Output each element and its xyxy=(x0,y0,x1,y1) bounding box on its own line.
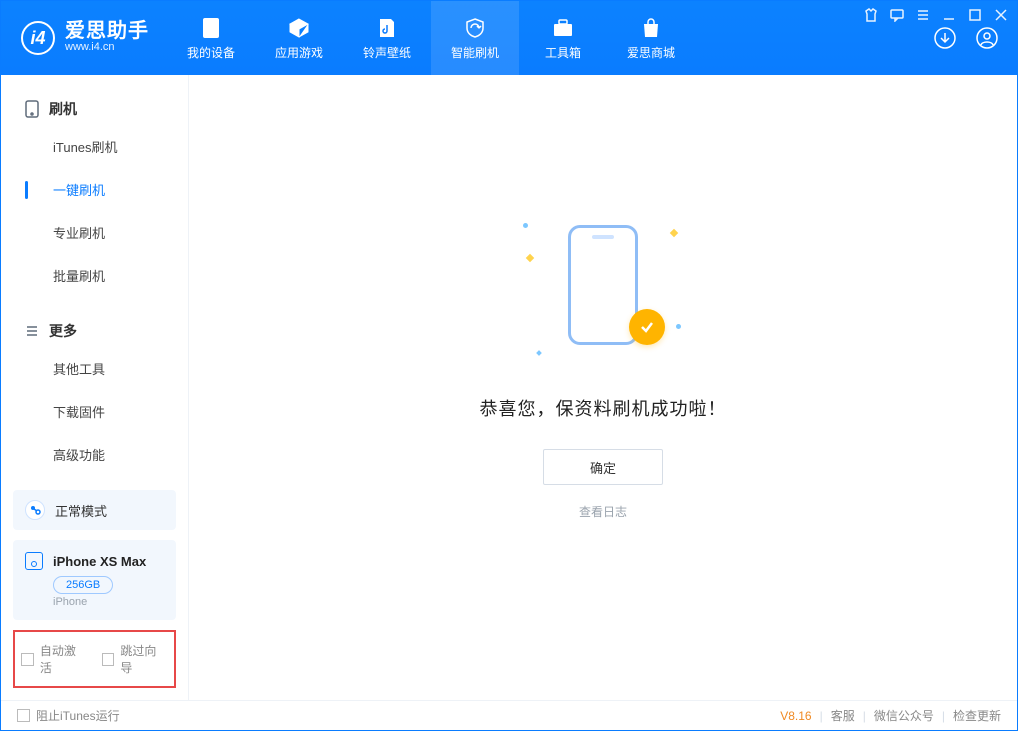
device-phone-icon xyxy=(25,552,43,570)
main-content: 恭喜您，保资料刷机成功啦！ 确定 查看日志 xyxy=(189,75,1017,700)
checkbox-icon xyxy=(17,709,30,722)
sidebar-item-oneclick-flash[interactable]: 一键刷机 xyxy=(25,168,188,211)
sparkle-icon xyxy=(526,254,534,262)
sidebar-item-pro-flash[interactable]: 专业刷机 xyxy=(25,211,188,254)
nav-label: 工具箱 xyxy=(545,44,581,61)
device-row: iPhone XS Max xyxy=(25,552,164,570)
version-label: V8.16 xyxy=(780,709,811,723)
close-icon[interactable] xyxy=(993,7,1009,23)
check-badge-icon xyxy=(629,309,665,345)
view-log-link[interactable]: 查看日志 xyxy=(579,503,627,520)
sidebar-section-head: 刷机 xyxy=(1,87,188,125)
sidebar-section-more: 更多 其他工具 下载固件 高级功能 xyxy=(1,297,188,476)
success-illustration xyxy=(523,215,683,365)
sidebar-section-flash: 刷机 iTunes刷机 一键刷机 专业刷机 批量刷机 xyxy=(1,75,188,297)
sidebar-items-flash: iTunes刷机 一键刷机 专业刷机 批量刷机 xyxy=(1,125,188,297)
status-bar: 阻止iTunes运行 V8.16 | 客服 | 微信公众号 | 检查更新 xyxy=(1,700,1017,730)
nav-ringtone[interactable]: 铃声壁纸 xyxy=(343,1,431,75)
feedback-icon[interactable] xyxy=(889,7,905,23)
ok-button[interactable]: 确定 xyxy=(543,449,663,485)
success-message: 恭喜您，保资料刷机成功啦！ xyxy=(480,395,727,421)
sidebar-item-other-tools[interactable]: 其他工具 xyxy=(25,347,188,390)
sparkle-icon xyxy=(536,350,542,356)
mode-badge-icon xyxy=(25,500,45,520)
sidebar-bottom: 正常模式 iPhone XS Max 256GB iPhone 自动激活 跳过向… xyxy=(1,480,188,700)
cube-icon xyxy=(287,16,311,40)
app-header: i4 爱思助手 www.i4.cn 我的设备 应用游戏 铃声壁纸 智能刷机 工具… xyxy=(1,1,1017,75)
download-icon[interactable] xyxy=(931,24,959,52)
device-card[interactable]: iPhone XS Max 256GB iPhone xyxy=(13,540,176,620)
nav-store[interactable]: 爱思商城 xyxy=(607,1,695,75)
app-logo: i4 爱思助手 www.i4.cn xyxy=(1,1,167,75)
checkbox-icon xyxy=(102,653,115,666)
nav-label: 应用游戏 xyxy=(275,44,323,61)
device-storage: 256GB xyxy=(53,576,113,594)
flash-options-box: 自动激活 跳过向导 xyxy=(13,630,176,688)
menu-icon[interactable] xyxy=(915,7,931,23)
device-name: iPhone XS Max xyxy=(53,554,146,569)
nav-apps[interactable]: 应用游戏 xyxy=(255,1,343,75)
checkbox-auto-activate[interactable]: 自动激活 xyxy=(21,642,88,676)
window-controls xyxy=(863,7,1009,23)
mode-label: 正常模式 xyxy=(55,501,107,520)
logo-icon: i4 xyxy=(21,21,55,55)
music-file-icon xyxy=(375,16,399,40)
minimize-icon[interactable] xyxy=(941,7,957,23)
checkbox-skip-guide[interactable]: 跳过向导 xyxy=(102,642,169,676)
section-title: 刷机 xyxy=(49,99,77,119)
phone-icon xyxy=(199,16,223,40)
sidebar-items-more: 其他工具 下载固件 高级功能 xyxy=(1,347,188,476)
sparkle-icon xyxy=(670,229,678,237)
device-mode-card[interactable]: 正常模式 xyxy=(13,490,176,530)
sidebar-section-head: 更多 xyxy=(1,309,188,347)
sidebar: 刷机 iTunes刷机 一键刷机 专业刷机 批量刷机 更多 其他工具 下载固件 … xyxy=(1,75,189,700)
update-link[interactable]: 检查更新 xyxy=(953,707,1001,724)
checkbox-block-itunes[interactable]: 阻止iTunes运行 xyxy=(17,707,120,724)
nav-label: 智能刷机 xyxy=(451,44,499,61)
sidebar-item-itunes-flash[interactable]: iTunes刷机 xyxy=(25,125,188,168)
bag-icon xyxy=(639,16,663,40)
wechat-link[interactable]: 微信公众号 xyxy=(874,707,934,724)
app-body: 刷机 iTunes刷机 一键刷机 专业刷机 批量刷机 更多 其他工具 下载固件 … xyxy=(1,75,1017,700)
checkbox-label: 跳过向导 xyxy=(120,642,168,676)
dot-icon xyxy=(676,324,681,329)
nav-toolbox[interactable]: 工具箱 xyxy=(519,1,607,75)
skin-icon[interactable] xyxy=(863,7,879,23)
nav-my-device[interactable]: 我的设备 xyxy=(167,1,255,75)
checkbox-label: 阻止iTunes运行 xyxy=(36,707,120,724)
device-type: iPhone xyxy=(53,596,164,608)
sidebar-item-download-firmware[interactable]: 下载固件 xyxy=(25,390,188,433)
sidebar-item-batch-flash[interactable]: 批量刷机 xyxy=(25,254,188,297)
list-icon xyxy=(25,324,39,338)
section-title: 更多 xyxy=(49,321,77,341)
nav-flash[interactable]: 智能刷机 xyxy=(431,1,519,75)
support-link[interactable]: 客服 xyxy=(831,707,855,724)
app-name: 爱思助手 xyxy=(65,21,149,41)
device-outline-icon xyxy=(25,100,39,118)
refresh-shield-icon xyxy=(463,16,487,40)
checkbox-label: 自动激活 xyxy=(40,642,88,676)
sidebar-item-advanced[interactable]: 高级功能 xyxy=(25,433,188,476)
logo-text: 爱思助手 www.i4.cn xyxy=(65,21,149,54)
dot-icon xyxy=(523,223,528,228)
nav-label: 铃声壁纸 xyxy=(363,44,411,61)
footer-right: V8.16 | 客服 | 微信公众号 | 检查更新 xyxy=(780,707,1001,724)
user-icon[interactable] xyxy=(973,24,1001,52)
main-nav: 我的设备 应用游戏 铃声壁纸 智能刷机 工具箱 爱思商城 xyxy=(167,1,695,75)
nav-label: 爱思商城 xyxy=(627,44,675,61)
toolbox-icon xyxy=(551,16,575,40)
nav-label: 我的设备 xyxy=(187,44,235,61)
app-url: www.i4.cn xyxy=(65,41,149,54)
checkbox-icon xyxy=(21,653,34,666)
maximize-icon[interactable] xyxy=(967,7,983,23)
phone-outline-icon xyxy=(568,225,638,345)
